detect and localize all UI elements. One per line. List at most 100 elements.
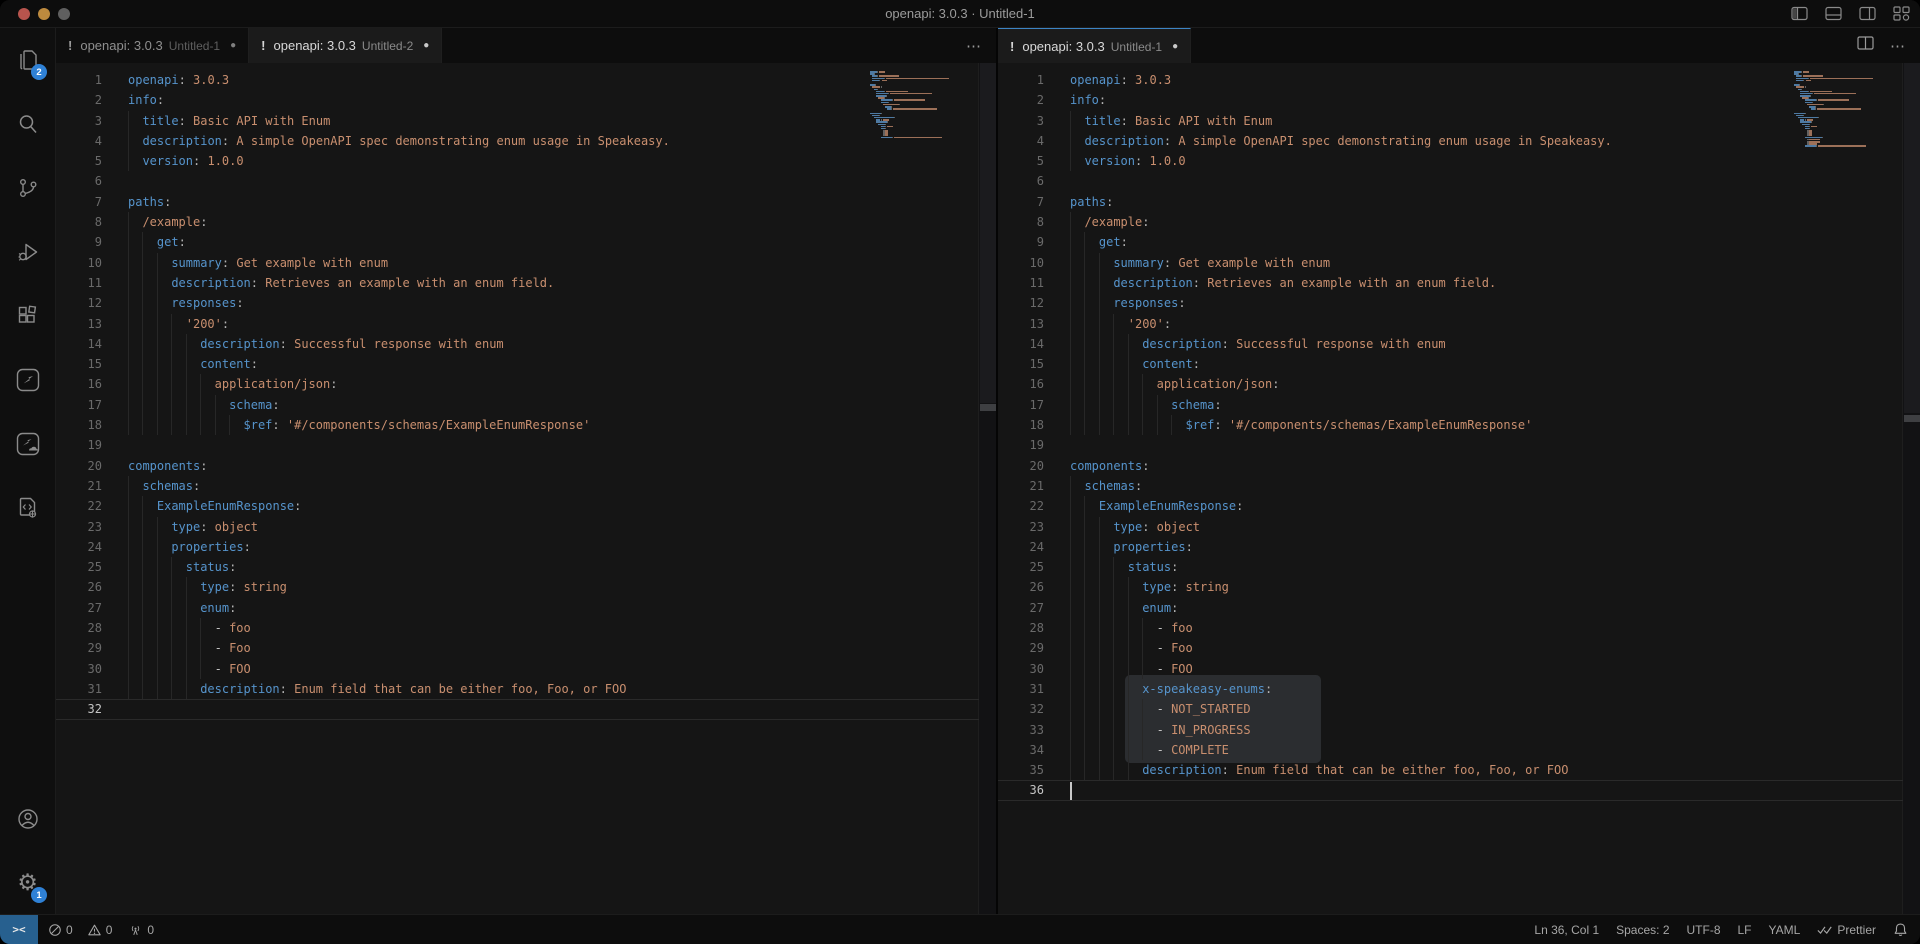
code-line-25[interactable]: 25status: xyxy=(998,557,1903,577)
notifications-bell-icon[interactable] xyxy=(1893,922,1908,937)
code-line-14[interactable]: 14description: Successful response with … xyxy=(56,334,979,354)
scrollbar-left[interactable] xyxy=(978,63,996,915)
code-line-30[interactable]: 30- FOO xyxy=(998,659,1903,679)
close-window-button[interactable] xyxy=(18,8,30,20)
code-line-29[interactable]: 29- Foo xyxy=(998,638,1903,658)
code-line-4[interactable]: 4description: A simple OpenAPI spec demo… xyxy=(998,131,1903,151)
code-line-12[interactable]: 12responses: xyxy=(56,293,979,313)
code-line-3[interactable]: 3title: Basic API with Enum xyxy=(998,111,1903,131)
tab-untitled-2-left[interactable]: ! openapi: 3.0.3 Untitled-2 ● xyxy=(249,28,442,63)
code-line-24[interactable]: 24properties: xyxy=(56,537,979,557)
minimap-right[interactable] xyxy=(1792,63,1884,915)
zoom-window-button[interactable] xyxy=(58,8,70,20)
code-line-31[interactable]: 31description: Enum field that can be ei… xyxy=(56,679,979,699)
code-line-10[interactable]: 10summary: Get example with enum xyxy=(56,253,979,273)
code-line-20[interactable]: 20components: xyxy=(56,456,979,476)
code-line-1[interactable]: 1openapi: 3.0.3 xyxy=(998,70,1903,90)
more-actions-icon[interactable]: ⋯ xyxy=(966,37,982,55)
code-line-17[interactable]: 17schema: xyxy=(56,395,979,415)
more-actions-icon[interactable]: ⋯ xyxy=(1890,37,1906,55)
code-line-4[interactable]: 4description: A simple OpenAPI spec demo… xyxy=(56,131,979,151)
code-line-18[interactable]: 18$ref: '#/components/schemas/ExampleEnu… xyxy=(998,415,1903,435)
tab-untitled-1-left[interactable]: ! openapi: 3.0.3 Untitled-1 ● xyxy=(56,28,249,63)
code-line-3[interactable]: 3title: Basic API with Enum xyxy=(56,111,979,131)
code-line-16[interactable]: 16application/json: xyxy=(56,374,979,394)
code-line-13[interactable]: 13'200': xyxy=(56,314,979,334)
code-line-30[interactable]: 30- FOO xyxy=(56,659,979,679)
remote-indicator[interactable]: >< xyxy=(0,915,38,944)
code-line-21[interactable]: 21schemas: xyxy=(998,476,1903,496)
scrollbar-slider[interactable] xyxy=(1904,63,1920,413)
toggle-primary-sidebar-icon[interactable] xyxy=(1791,6,1808,21)
code-line-16[interactable]: 16application/json: xyxy=(998,374,1903,394)
accounts-icon[interactable] xyxy=(0,787,55,851)
code-line-10[interactable]: 10summary: Get example with enum xyxy=(998,253,1903,273)
code-line-29[interactable]: 29- Foo xyxy=(56,638,979,658)
customize-layout-icon[interactable] xyxy=(1893,6,1910,21)
code-line-28[interactable]: 28- foo xyxy=(998,618,1903,638)
code-line-5[interactable]: 5version: 1.0.0 xyxy=(998,151,1903,171)
split-editor-icon[interactable] xyxy=(1857,36,1874,55)
code-line-14[interactable]: 14description: Successful response with … xyxy=(998,334,1903,354)
speakeasy-extension-icon[interactable] xyxy=(0,348,55,412)
code-line-32[interactable]: 32 xyxy=(56,699,979,719)
code-line-23[interactable]: 23type: object xyxy=(56,517,979,537)
code-line-2[interactable]: 2info: xyxy=(998,90,1903,110)
code-line-17[interactable]: 17schema: xyxy=(998,395,1903,415)
code-line-33[interactable]: 33- IN_PROGRESS xyxy=(998,720,1903,740)
cursor-position[interactable]: Ln 36, Col 1 xyxy=(1534,923,1599,937)
modified-dot-icon[interactable]: ● xyxy=(1172,41,1178,52)
code-line-28[interactable]: 28- foo xyxy=(56,618,979,638)
api-tools-extension-icon[interactable] xyxy=(0,476,55,540)
code-line-35[interactable]: 35description: Enum field that can be ei… xyxy=(998,760,1903,780)
code-area-right[interactable]: 1openapi: 3.0.32info:3title: Basic API w… xyxy=(998,63,1903,915)
code-line-8[interactable]: 8/example: xyxy=(998,212,1903,232)
code-line-19[interactable]: 19 xyxy=(998,435,1903,455)
language-mode[interactable]: YAML xyxy=(1769,923,1801,937)
code-line-20[interactable]: 20components: xyxy=(998,456,1903,476)
code-area-left[interactable]: 1openapi: 3.0.32info:3title: Basic API w… xyxy=(56,63,979,915)
toggle-panel-icon[interactable] xyxy=(1825,6,1842,21)
speakeasy-cloud-extension-icon[interactable] xyxy=(0,412,55,476)
code-line-8[interactable]: 8/example: xyxy=(56,212,979,232)
extensions-icon[interactable] xyxy=(0,284,55,348)
code-line-7[interactable]: 7paths: xyxy=(998,192,1903,212)
code-line-2[interactable]: 2info: xyxy=(56,90,979,110)
code-line-21[interactable]: 21schemas: xyxy=(56,476,979,496)
code-line-6[interactable]: 6 xyxy=(998,171,1903,191)
source-control-icon[interactable] xyxy=(0,156,55,220)
editor-right[interactable]: 1openapi: 3.0.32info:3title: Basic API w… xyxy=(998,63,1920,915)
ports-indicator[interactable]: 0 xyxy=(128,923,154,937)
code-line-5[interactable]: 5version: 1.0.0 xyxy=(56,151,979,171)
code-line-26[interactable]: 26type: string xyxy=(56,577,979,597)
code-line-24[interactable]: 24properties: xyxy=(998,537,1903,557)
code-line-11[interactable]: 11description: Retrieves an example with… xyxy=(998,273,1903,293)
problems-indicator[interactable]: 0 0 xyxy=(48,923,112,937)
code-line-31[interactable]: 31x-speakeasy-enums: xyxy=(998,679,1903,699)
code-line-6[interactable]: 6 xyxy=(56,171,979,191)
code-line-22[interactable]: 22ExampleEnumResponse: xyxy=(998,496,1903,516)
eol-sequence[interactable]: LF xyxy=(1738,923,1752,937)
scrollbar-slider[interactable] xyxy=(980,63,996,403)
indentation[interactable]: Spaces: 2 xyxy=(1616,923,1669,937)
code-line-22[interactable]: 22ExampleEnumResponse: xyxy=(56,496,979,516)
code-line-15[interactable]: 15content: xyxy=(56,354,979,374)
code-line-12[interactable]: 12responses: xyxy=(998,293,1903,313)
code-line-25[interactable]: 25status: xyxy=(56,557,979,577)
modified-dot-icon[interactable]: ● xyxy=(423,40,429,51)
modified-dot-icon[interactable]: ● xyxy=(230,40,236,51)
code-line-36[interactable]: 36 xyxy=(998,780,1903,800)
code-line-18[interactable]: 18$ref: '#/components/schemas/ExampleEnu… xyxy=(56,415,979,435)
run-and-debug-icon[interactable] xyxy=(0,220,55,284)
code-line-34[interactable]: 34- COMPLETE xyxy=(998,740,1903,760)
toggle-secondary-sidebar-icon[interactable] xyxy=(1859,6,1876,21)
explorer-icon[interactable]: 2 xyxy=(0,28,55,92)
code-line-13[interactable]: 13'200': xyxy=(998,314,1903,334)
code-line-9[interactable]: 9get: xyxy=(56,232,979,252)
code-line-9[interactable]: 9get: xyxy=(998,232,1903,252)
code-line-23[interactable]: 23type: object xyxy=(998,517,1903,537)
editor-left[interactable]: 1openapi: 3.0.32info:3title: Basic API w… xyxy=(56,63,996,915)
minimize-window-button[interactable] xyxy=(38,8,50,20)
search-icon[interactable] xyxy=(0,92,55,156)
code-line-11[interactable]: 11description: Retrieves an example with… xyxy=(56,273,979,293)
